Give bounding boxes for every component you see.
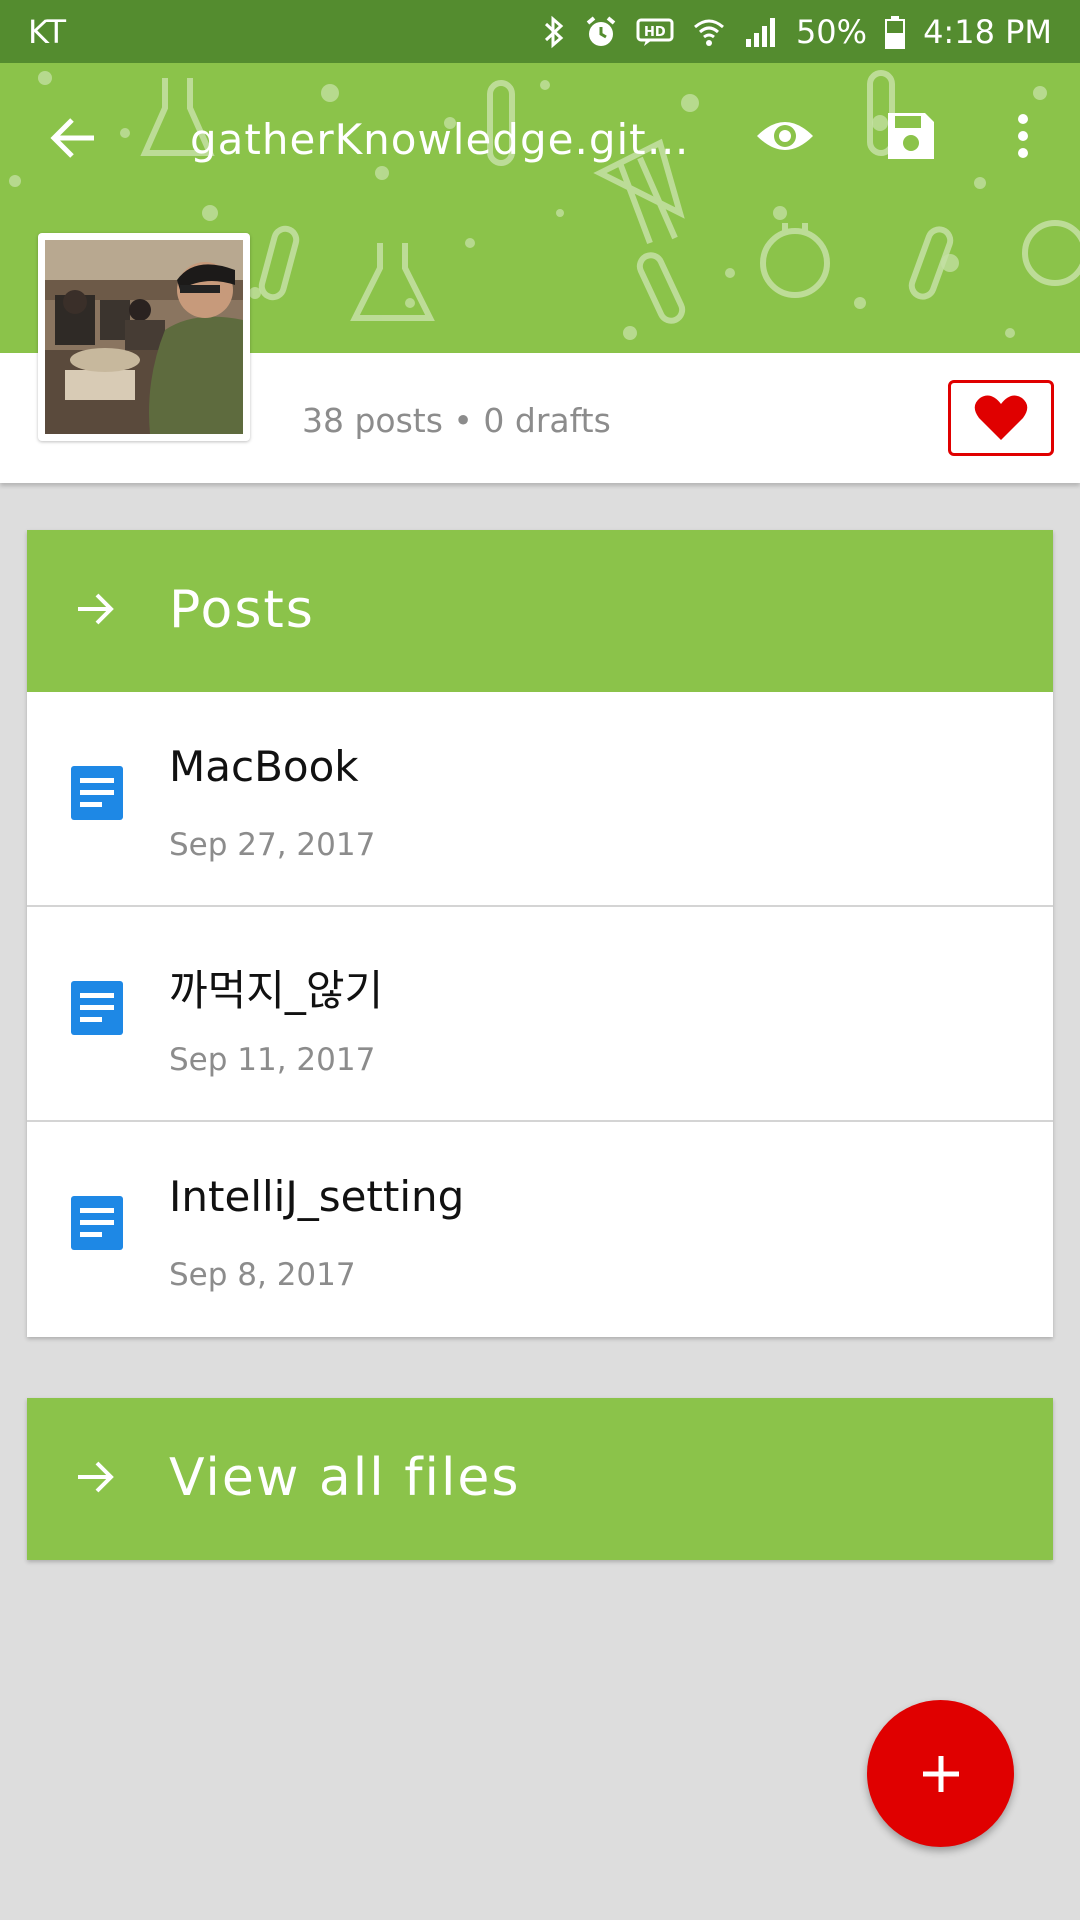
list-item[interactable]: IntelliJ_setting Sep 8, 2017: [27, 1122, 1053, 1337]
back-button[interactable]: [44, 108, 104, 168]
svg-text:HD: HD: [644, 25, 666, 40]
battery-percent: 50%: [795, 12, 868, 51]
status-bar: KT HD 50% 4:18 PM: [0, 0, 1080, 63]
avatar[interactable]: [38, 233, 250, 441]
save-icon: [888, 113, 934, 159]
post-date: Sep 27, 2017: [169, 827, 376, 863]
list-item[interactable]: MacBook Sep 27, 2017: [27, 692, 1053, 907]
files-card: View all files: [27, 1398, 1053, 1560]
plus-icon: [922, 1755, 959, 1792]
post-title: MacBook: [169, 742, 359, 791]
document-icon: [71, 981, 123, 1035]
more-vert-icon: [1018, 114, 1028, 158]
hd-icon: HD: [636, 17, 674, 47]
list-item[interactable]: 까먹지_않기 Sep 11, 2017: [27, 907, 1053, 1122]
arrow-right-icon: [78, 593, 114, 625]
bluetooth-icon: [542, 15, 566, 49]
avatar-photo: [45, 240, 243, 434]
arrow-right-icon: [78, 1461, 114, 1493]
posts-header-label: Posts: [169, 580, 315, 640]
eye-icon: [757, 122, 813, 150]
post-title: 까먹지_않기: [169, 966, 384, 1015]
toolbar: gatherKnowledge.git…: [0, 63, 1080, 209]
back-arrow-icon: [50, 118, 94, 158]
heart-icon: [974, 395, 1028, 440]
document-icon: [71, 766, 123, 820]
view-all-files-label: View all files: [169, 1448, 521, 1508]
preview-button[interactable]: [750, 101, 820, 171]
carrier-label: KT: [28, 12, 67, 51]
wifi-icon: [692, 15, 726, 49]
post-date: Sep 8, 2017: [169, 1257, 356, 1293]
post-stats: 38 posts • 0 drafts: [302, 401, 611, 440]
battery-icon: [885, 15, 906, 49]
more-button[interactable]: [988, 101, 1058, 171]
post-title: IntelliJ_setting: [169, 1172, 465, 1221]
blog-title: gatherKnowledge.git…: [190, 115, 690, 164]
clock-time: 4:18 PM: [923, 12, 1052, 51]
posts-card: Posts MacBook Sep 27, 2017 까먹지_않기 Sep 11…: [27, 530, 1053, 1337]
save-button[interactable]: [876, 101, 946, 171]
view-all-files-button[interactable]: View all files: [27, 1398, 1053, 1560]
add-post-fab[interactable]: [867, 1700, 1014, 1847]
alarm-icon: [584, 15, 618, 49]
signal-icon: [744, 15, 778, 49]
post-date: Sep 11, 2017: [169, 1042, 376, 1078]
posts-header[interactable]: Posts: [27, 530, 1053, 692]
document-icon: [71, 1196, 123, 1250]
favorite-button[interactable]: [948, 380, 1054, 456]
